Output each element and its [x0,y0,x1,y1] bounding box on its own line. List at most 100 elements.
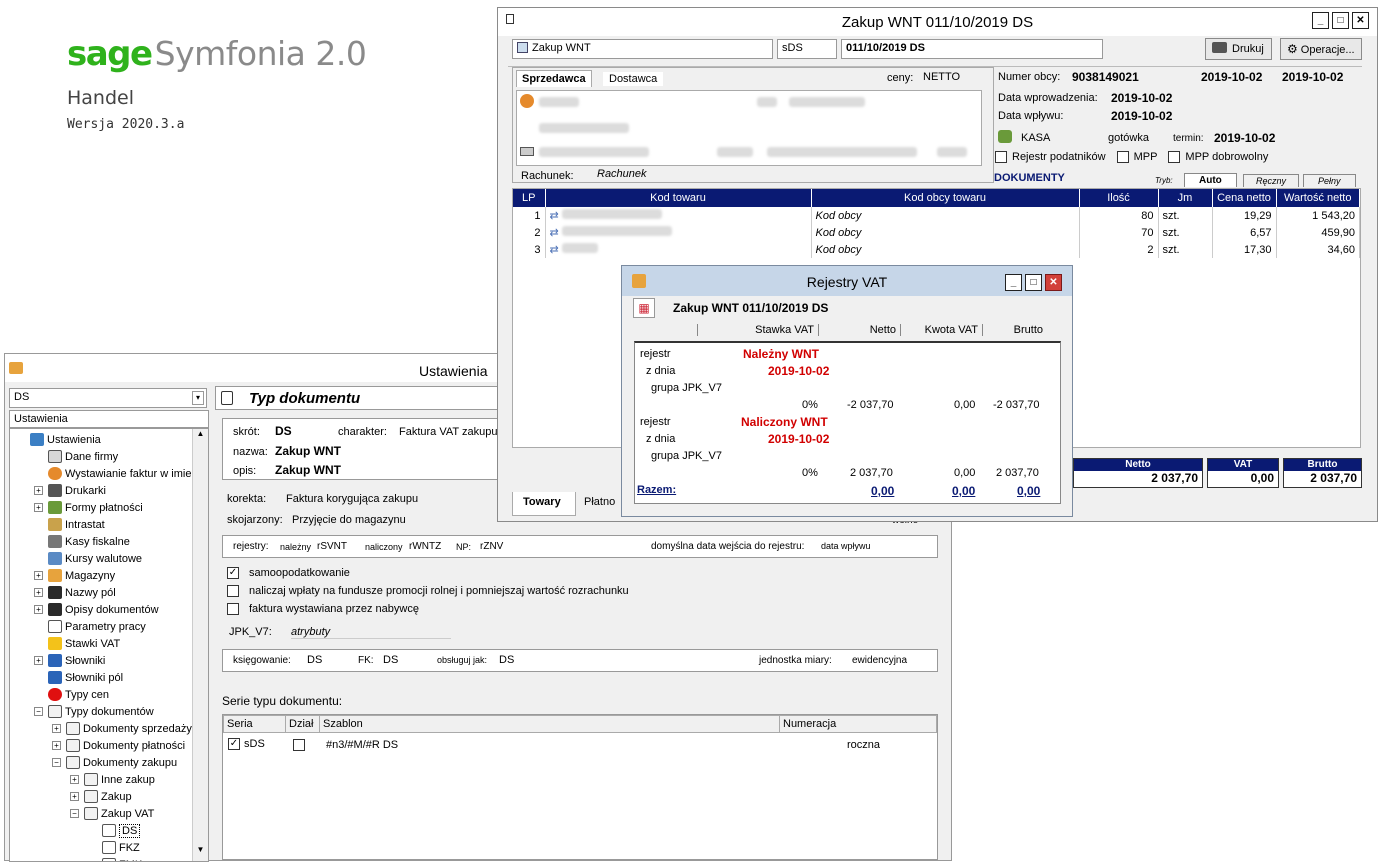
table-row[interactable]: 1 ⇄ Kod obcy 80 szt. 19,29 1 543,20 [513,207,1360,224]
tree-item[interactable]: +Opisy dokumentów [34,601,159,618]
rejestr-podatnikow-checkbox[interactable] [995,151,1007,163]
cell-kod-towaru[interactable]: ⇄ [545,241,811,258]
table-row[interactable]: 2 ⇄ Kod obcy 70 szt. 6,57 459,90 [513,224,1360,241]
maximize-icon[interactable]: □ [1025,274,1042,291]
col-jm[interactable]: Jm [1158,189,1212,207]
expand-icon[interactable]: + [52,741,61,750]
wplywu-value[interactable]: 2019-10-02 [1111,109,1172,123]
mpp-dobrowolny-checkbox[interactable] [1168,151,1180,163]
dzial-checkbox[interactable] [293,739,305,751]
tree-item[interactable]: Typy cen [34,686,109,703]
samoopodatkowanie-checkbox[interactable]: ✓ [227,567,239,579]
expand-icon[interactable]: + [52,724,61,733]
obsluguj-value[interactable]: DS [499,654,514,666]
tree-item[interactable]: Ustawienia [16,431,101,448]
tree-item[interactable]: DS [88,822,140,839]
expand-icon[interactable]: + [70,792,79,801]
seria-checkbox[interactable]: ✓ [228,738,240,750]
fundusze-checkbox[interactable] [227,585,239,597]
tree-item[interactable]: Wystawianie faktur w imieniu [34,465,206,482]
samoopodatkowanie-row[interactable]: ✓ samoopodatkowanie [227,567,350,579]
naliczony-value[interactable]: rWNTZ [409,541,441,552]
col-kod-obcy[interactable]: Kod obcy towaru [811,189,1079,207]
rachunek-link[interactable]: Rachunek [597,168,647,180]
tree-item[interactable]: Dane firmy [34,448,118,465]
gotowka-value[interactable]: gotówka [1108,132,1149,144]
tree-item[interactable]: Stawki VAT [34,635,120,652]
tree-item[interactable]: +Słowniki [34,652,105,669]
opis-value[interactable]: Zakup WNT [275,463,341,477]
tree-item[interactable]: FMK [88,856,142,862]
series-field[interactable]: sDS [777,39,837,59]
tree-item[interactable]: Intrastat [34,516,105,533]
fk-value[interactable]: DS [383,654,398,666]
table-row[interactable]: 3 ⇄ Kod obcy 2 szt. 17,30 34,60 [513,241,1360,258]
document-type-combo[interactable]: DS ▾ [9,388,207,408]
number-field[interactable]: 011/10/2019 DS [841,39,1103,59]
expand-icon[interactable]: + [34,571,43,580]
tree-item[interactable]: Kursy walutowe [34,550,142,567]
date-value-2[interactable]: 2019-10-02 [1282,70,1343,84]
col-cena[interactable]: Cena netto [1212,189,1276,207]
col-seria[interactable]: Seria [224,716,286,733]
ksiegowanie-value[interactable]: DS [307,654,322,666]
expand-icon[interactable]: + [34,503,43,512]
close-icon[interactable]: ✕ [1045,274,1062,291]
expand-icon[interactable]: + [34,486,43,495]
cell-kod-obcy[interactable]: Kod obcy [811,241,1079,258]
minimize-icon[interactable]: _ [1005,274,1022,291]
col-ilosc[interactable]: Ilość [1079,189,1158,207]
np-value[interactable]: rZNV [480,541,503,552]
tree-item[interactable]: +Dokumenty sprzedaży [52,720,192,737]
tree-item[interactable]: +Drukarki [34,482,106,499]
col-lp[interactable]: LP [513,189,545,207]
numer-obcy-value[interactable]: 9038149021 [1072,70,1139,84]
jpk-atrybuty-link[interactable]: atrybuty [291,626,451,639]
tree-item[interactable]: +Inne zakup [70,771,155,788]
drukuj-button[interactable]: Drukuj [1205,38,1272,60]
col-szablon[interactable]: Szablon [320,716,780,733]
tab-towary[interactable]: Towary [512,492,576,516]
expand-icon[interactable]: − [34,707,43,716]
chevron-down-icon[interactable]: ▾ [192,391,204,405]
cell-kod-obcy[interactable]: Kod obcy [811,224,1079,241]
scroll-up-icon[interactable]: ▲ [193,429,208,445]
skrot-value[interactable]: DS [275,424,292,438]
mpp-checkbox[interactable] [1117,151,1129,163]
expand-icon[interactable]: + [34,605,43,614]
tree-item[interactable]: −Dokumenty zakupu [52,754,177,771]
nabywca-checkbox[interactable] [227,603,239,615]
tab-platnosci[interactable]: Płatno [584,496,615,508]
doc-type-field[interactable]: Zakup WNT [512,39,773,59]
tree-item[interactable]: +Zakup [70,788,132,805]
termin-value[interactable]: 2019-10-02 [1214,131,1275,145]
skojarzony-value[interactable]: Przyjęcie do magazynu [292,514,406,526]
tree-item[interactable]: −Zakup VAT [70,805,154,822]
close-icon[interactable]: ✕ [1352,12,1369,29]
tree-item[interactable]: +Nazwy pól [34,584,116,601]
maximize-icon[interactable]: □ [1332,12,1349,29]
nalezny-value[interactable]: rSVNT [317,541,347,552]
nabywca-row[interactable]: faktura wystawiana przez nabywcę [227,603,419,615]
charakter-value[interactable]: Faktura VAT zakupu [399,426,497,438]
tree-item[interactable]: Kasy fiskalne [34,533,130,550]
korekta-value[interactable]: Faktura korygująca zakupu [286,493,418,505]
cell-kod-towaru[interactable]: ⇄ [545,207,811,224]
col-numeracja[interactable]: Numeracja [780,716,937,733]
col-wartosc[interactable]: Wartość netto [1276,189,1360,207]
tree-item[interactable]: −Typy dokumentów [34,703,154,720]
nazwa-value[interactable]: Zakup WNT [275,444,341,458]
tab-reczny[interactable]: Ręczny [1243,174,1299,187]
tree-item[interactable]: Słowniki pól [34,669,123,686]
tree-item[interactable]: +Formy płatności [34,499,143,516]
expand-icon[interactable]: + [34,588,43,597]
tab-auto[interactable]: Auto [1184,173,1237,187]
data-wejscia-value[interactable]: data wpływu [821,541,871,551]
operacje-button[interactable]: ⚙Operacje... [1280,38,1362,60]
tab-sprzedawca[interactable]: Sprzedawca [516,70,592,87]
expand-icon[interactable]: + [34,656,43,665]
expand-icon[interactable]: + [70,775,79,784]
cell-kod-towaru[interactable]: ⇄ [545,224,811,241]
minimize-icon[interactable]: _ [1312,12,1329,29]
tree-item[interactable]: FKZ [88,839,140,856]
